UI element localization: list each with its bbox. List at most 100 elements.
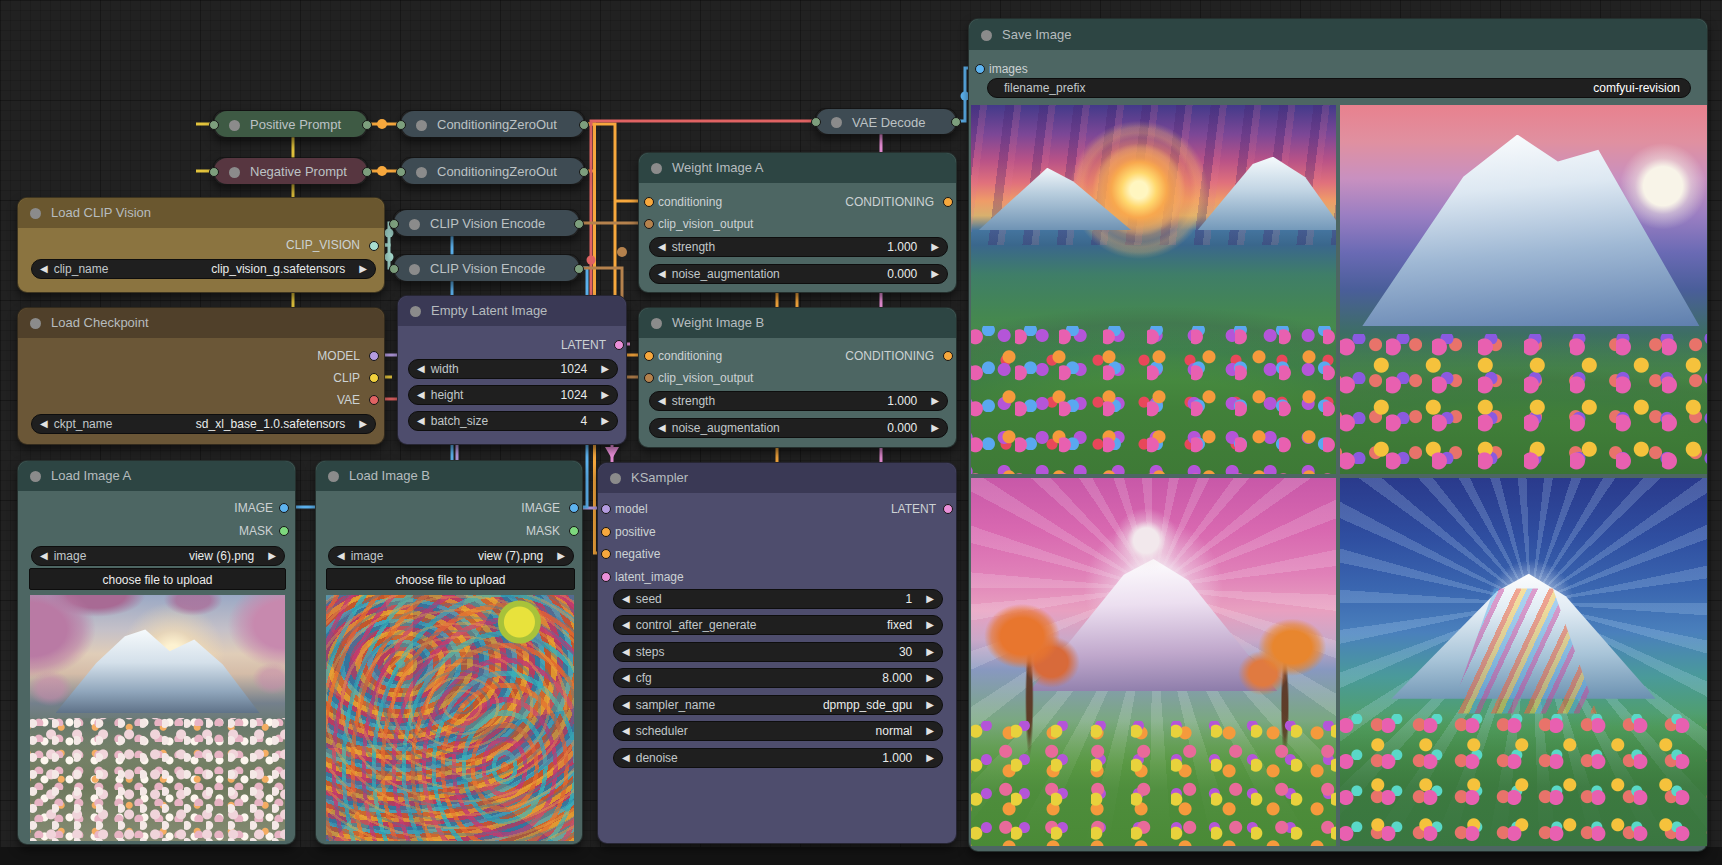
collapsed-input-port[interactable] — [209, 167, 219, 177]
conditioning-input-port[interactable] — [644, 351, 654, 361]
collapse-toggle[interactable] — [409, 219, 420, 230]
widget-right-arrow[interactable]: ▶ — [926, 642, 934, 662]
widget-left-arrow[interactable]: ◀ — [622, 642, 630, 662]
widget-right-arrow[interactable]: ▶ — [926, 695, 934, 715]
widget-right-arrow[interactable]: ▶ — [926, 668, 934, 688]
widget-ckpt-name[interactable]: ◀ ckpt_name sd_xl_base_1.0.safetensors ▶ — [31, 414, 376, 434]
widget-right-arrow[interactable]: ▶ — [931, 391, 939, 411]
widget-denoise[interactable]: ◀ denoise 1.000 ▶ — [613, 748, 943, 768]
node-weight-image-a[interactable]: Weight Image A conditioning CONDITIONING… — [638, 152, 957, 293]
widget-left-arrow[interactable]: ◀ — [40, 259, 48, 279]
collapse-toggle[interactable] — [610, 473, 621, 484]
widget-scheduler[interactable]: ◀ scheduler normal ▶ — [613, 721, 943, 741]
choose-file-button[interactable]: choose file to upload — [326, 568, 575, 590]
node-vae-decode[interactable]: VAE Decode — [815, 108, 957, 135]
node-load-checkpoint[interactable]: Load Checkpoint MODEL CLIP VAE ◀ ckpt_na… — [17, 307, 385, 445]
clip-output-port[interactable] — [369, 373, 379, 383]
widget-right-arrow[interactable]: ▶ — [926, 589, 934, 609]
collapse-toggle[interactable] — [328, 471, 339, 482]
generated-image-1[interactable] — [971, 105, 1336, 474]
node-load-image-b[interactable]: Load Image B IMAGE MASK ◀ image view (7)… — [315, 460, 583, 845]
widget-left-arrow[interactable]: ◀ — [658, 418, 666, 438]
widget-left-arrow[interactable]: ◀ — [40, 546, 48, 566]
widget-right-arrow[interactable]: ▶ — [601, 385, 609, 405]
collapsed-output-port[interactable] — [362, 167, 372, 177]
widget-strength[interactable]: ◀ strength 1.000 ▶ — [649, 237, 948, 257]
widget-left-arrow[interactable]: ◀ — [658, 264, 666, 284]
node-positive-prompt[interactable]: Positive Prompt — [213, 110, 368, 138]
widget-noise-augmentation[interactable]: ◀ noise_augmentation 0.000 ▶ — [649, 418, 948, 438]
widget-left-arrow[interactable]: ◀ — [622, 748, 630, 768]
mask-output-port[interactable] — [279, 526, 289, 536]
generated-image-3[interactable] — [971, 478, 1336, 846]
generated-image-4[interactable] — [1340, 478, 1707, 846]
model-output-port[interactable] — [369, 351, 379, 361]
image-output-port[interactable] — [279, 503, 289, 513]
widget-width[interactable]: ◀ width 1024 ▶ — [408, 359, 618, 379]
collapse-toggle[interactable] — [831, 117, 842, 128]
node-clip-vision-encode-2[interactable]: CLIP Vision Encode — [393, 254, 580, 282]
collapse-toggle[interactable] — [416, 120, 427, 131]
node-clip-vision-encode-1[interactable]: CLIP Vision Encode — [393, 209, 580, 237]
latent-image-input-port[interactable] — [601, 572, 611, 582]
widget-right-arrow[interactable]: ▶ — [926, 615, 934, 635]
collapse-toggle[interactable] — [229, 167, 240, 178]
conditioning-output-port[interactable] — [943, 351, 953, 361]
widget-right-arrow[interactable]: ▶ — [931, 237, 939, 257]
collapsed-output-port[interactable] — [574, 264, 584, 274]
widget-batch-size[interactable]: ◀ batch_size 4 ▶ — [408, 411, 618, 431]
collapsed-input-port[interactable] — [389, 219, 399, 229]
node-conditioning-zero-out-2[interactable]: ConditioningZeroOut — [400, 157, 585, 185]
collapse-toggle[interactable] — [981, 30, 992, 41]
widget-strength[interactable]: ◀ strength 1.000 ▶ — [649, 391, 948, 411]
widget-right-arrow[interactable]: ▶ — [931, 264, 939, 284]
widget-right-arrow[interactable]: ▶ — [557, 546, 565, 566]
widget-left-arrow[interactable]: ◀ — [622, 589, 630, 609]
choose-file-button[interactable]: choose file to upload — [29, 568, 286, 590]
clip-vision-output-input-port[interactable] — [644, 219, 654, 229]
positive-input-port[interactable] — [601, 527, 611, 537]
latent-output-port[interactable] — [943, 504, 953, 514]
node-load-image-a[interactable]: Load Image A IMAGE MASK ◀ image view (6)… — [17, 460, 296, 845]
widget-left-arrow[interactable]: ◀ — [337, 546, 345, 566]
node-load-clip-vision[interactable]: Load CLIP Vision CLIP_VISION ◀ clip_name… — [17, 197, 385, 293]
images-input-port[interactable] — [975, 64, 985, 74]
conditioning-output-port[interactable] — [943, 197, 953, 207]
widget-left-arrow[interactable]: ◀ — [417, 359, 425, 379]
widget-noise-augmentation[interactable]: ◀ noise_augmentation 0.000 ▶ — [649, 264, 948, 284]
widget-filename-prefix[interactable]: filename_prefix comfyui-revision — [987, 78, 1691, 98]
image-preview[interactable] — [30, 595, 285, 841]
model-input-port[interactable] — [601, 504, 611, 514]
collapsed-input-port[interactable] — [811, 117, 821, 127]
widget-right-arrow[interactable]: ▶ — [601, 411, 609, 431]
widget-left-arrow[interactable]: ◀ — [622, 695, 630, 715]
mask-output-port[interactable] — [569, 526, 579, 536]
widget-left-arrow[interactable]: ◀ — [622, 668, 630, 688]
collapsed-input-port[interactable] — [209, 120, 219, 130]
collapsed-input-port[interactable] — [389, 264, 399, 274]
widget-clip-name[interactable]: ◀ clip_name clip_vision_g.safetensors ▶ — [31, 259, 376, 279]
collapse-toggle[interactable] — [416, 167, 427, 178]
collapse-toggle[interactable] — [30, 318, 41, 329]
vae-output-port[interactable] — [369, 395, 379, 405]
collapsed-input-port[interactable] — [396, 167, 406, 177]
widget-right-arrow[interactable]: ▶ — [359, 414, 367, 434]
widget-cfg[interactable]: ◀ cfg 8.000 ▶ — [613, 668, 943, 688]
node-weight-image-b[interactable]: Weight Image B conditioning CONDITIONING… — [638, 307, 957, 448]
collapse-toggle[interactable] — [651, 318, 662, 329]
widget-left-arrow[interactable]: ◀ — [417, 385, 425, 405]
collapse-toggle[interactable] — [409, 264, 420, 275]
widget-right-arrow[interactable]: ▶ — [601, 359, 609, 379]
widget-height[interactable]: ◀ height 1024 ▶ — [408, 385, 618, 405]
collapse-toggle[interactable] — [410, 306, 421, 317]
widget-left-arrow[interactable]: ◀ — [417, 411, 425, 431]
widget-right-arrow[interactable]: ▶ — [268, 546, 276, 566]
collapse-toggle[interactable] — [30, 471, 41, 482]
conditioning-input-port[interactable] — [644, 197, 654, 207]
widget-left-arrow[interactable]: ◀ — [622, 721, 630, 741]
generated-image-2[interactable] — [1340, 105, 1707, 474]
collapsed-output-port[interactable] — [579, 167, 589, 177]
widget-left-arrow[interactable]: ◀ — [622, 615, 630, 635]
widget-right-arrow[interactable]: ▶ — [359, 259, 367, 279]
collapsed-output-port[interactable] — [579, 120, 589, 130]
